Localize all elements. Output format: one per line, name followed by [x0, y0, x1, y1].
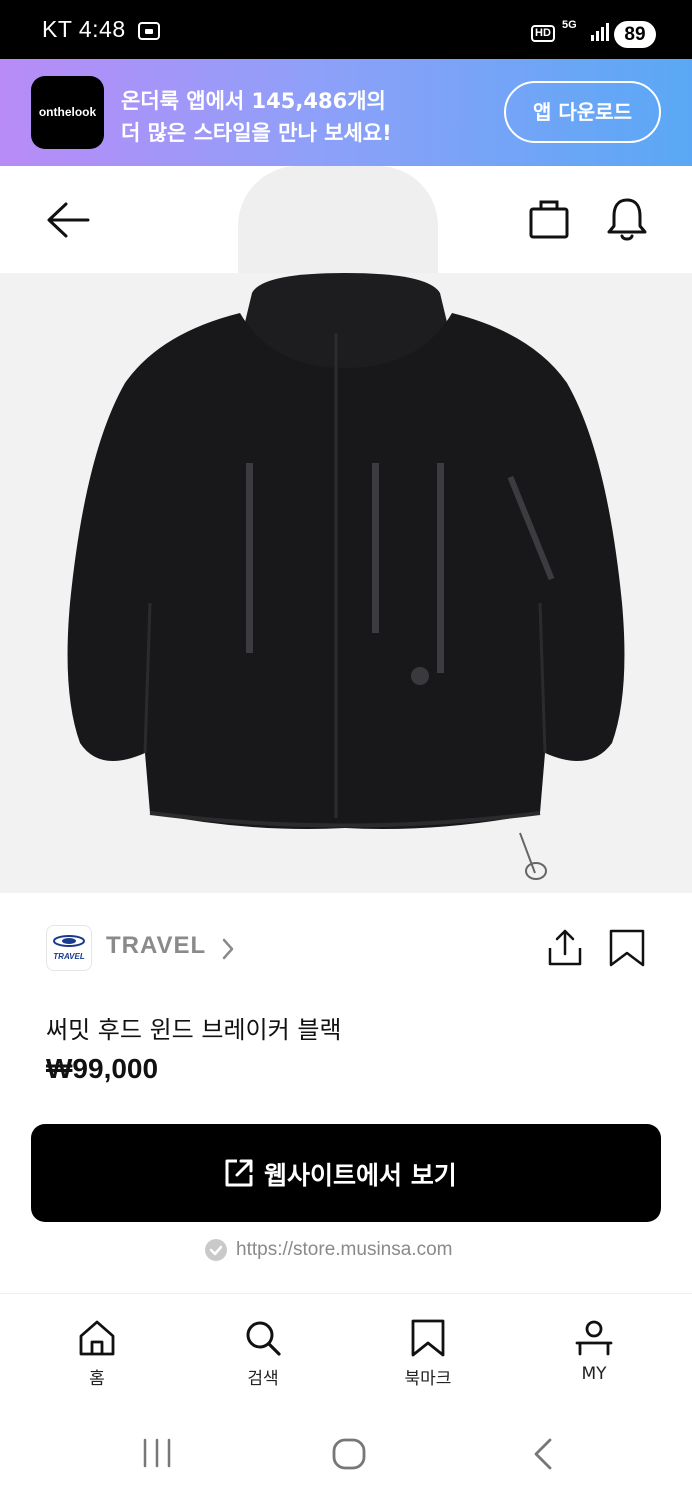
brand-logo-text: TRAVEL [53, 952, 85, 961]
product-price: ₩99,000 [46, 1053, 159, 1084]
hd-badge: HD [531, 25, 555, 42]
nav-bookmark-label: 북마크 [404, 1369, 452, 1389]
signal-icon [591, 23, 609, 41]
source-url[interactable]: https://store.musinsa.com [236, 1239, 452, 1261]
battery-indicator: 89 [614, 21, 656, 48]
view-website-button[interactable]: 웹사이트에서 보기 [31, 1124, 661, 1222]
chevron-right-icon [222, 938, 234, 960]
screenshot-icon [138, 22, 160, 40]
nav-divider [0, 1293, 692, 1294]
nav-bookmark[interactable]: 북마크 [368, 1318, 488, 1389]
network-badge: 5G [562, 19, 577, 31]
bookmark-icon[interactable] [607, 928, 647, 968]
jacket-illustration [67, 273, 625, 880]
nav-my-label: MY [581, 1364, 607, 1384]
notification-bell-icon[interactable] [604, 195, 650, 243]
nav-home-label: 홈 [89, 1369, 105, 1389]
nav-my[interactable]: MY [534, 1318, 654, 1384]
brand-logo-mark [53, 935, 85, 947]
brand-logo[interactable]: TRAVEL [46, 925, 92, 971]
bookmark-icon [411, 1319, 445, 1357]
share-icon[interactable] [545, 928, 585, 968]
back-arrow-icon[interactable] [44, 200, 92, 240]
nav-search[interactable]: 검색 [203, 1318, 323, 1389]
product-image[interactable] [0, 273, 692, 893]
view-website-label: 웹사이트에서 보기 [264, 1161, 457, 1190]
recent-apps-icon[interactable] [140, 1436, 174, 1470]
person-icon [575, 1320, 613, 1356]
carrier-time: KT 4:48 [42, 16, 126, 42]
status-bar: KT 4:48 HD 5G 89 [0, 0, 692, 60]
search-icon [246, 1321, 281, 1356]
system-nav-bar [0, 1410, 692, 1500]
brand-name-link[interactable]: TRAVEL [106, 932, 206, 960]
home-icon [79, 1320, 115, 1356]
onthelook-logo: onthelook [31, 76, 104, 149]
verified-check-icon [205, 1239, 227, 1261]
product-title: 써밋 후드 윈드 브레이커 블랙 [46, 1016, 342, 1044]
app-promo-banner: onthelook 온더룩 앱에서 145,486개의 더 많은 스타일을 만나… [0, 59, 692, 166]
banner-text-line2: 더 많은 스타일을 만나 보세요! [121, 121, 392, 145]
nav-home[interactable]: 홈 [37, 1318, 157, 1389]
banner-text-line1: 온더룩 앱에서 145,486개의 [121, 89, 386, 113]
shopping-bag-icon[interactable] [526, 197, 572, 241]
product-image-overflow [238, 166, 438, 274]
back-nav-icon[interactable] [528, 1436, 558, 1472]
nav-search-label: 검색 [247, 1369, 279, 1389]
external-link-icon [225, 1159, 253, 1187]
app-download-button[interactable]: 앱 다운로드 [504, 81, 661, 143]
home-nav-icon[interactable] [331, 1436, 367, 1472]
